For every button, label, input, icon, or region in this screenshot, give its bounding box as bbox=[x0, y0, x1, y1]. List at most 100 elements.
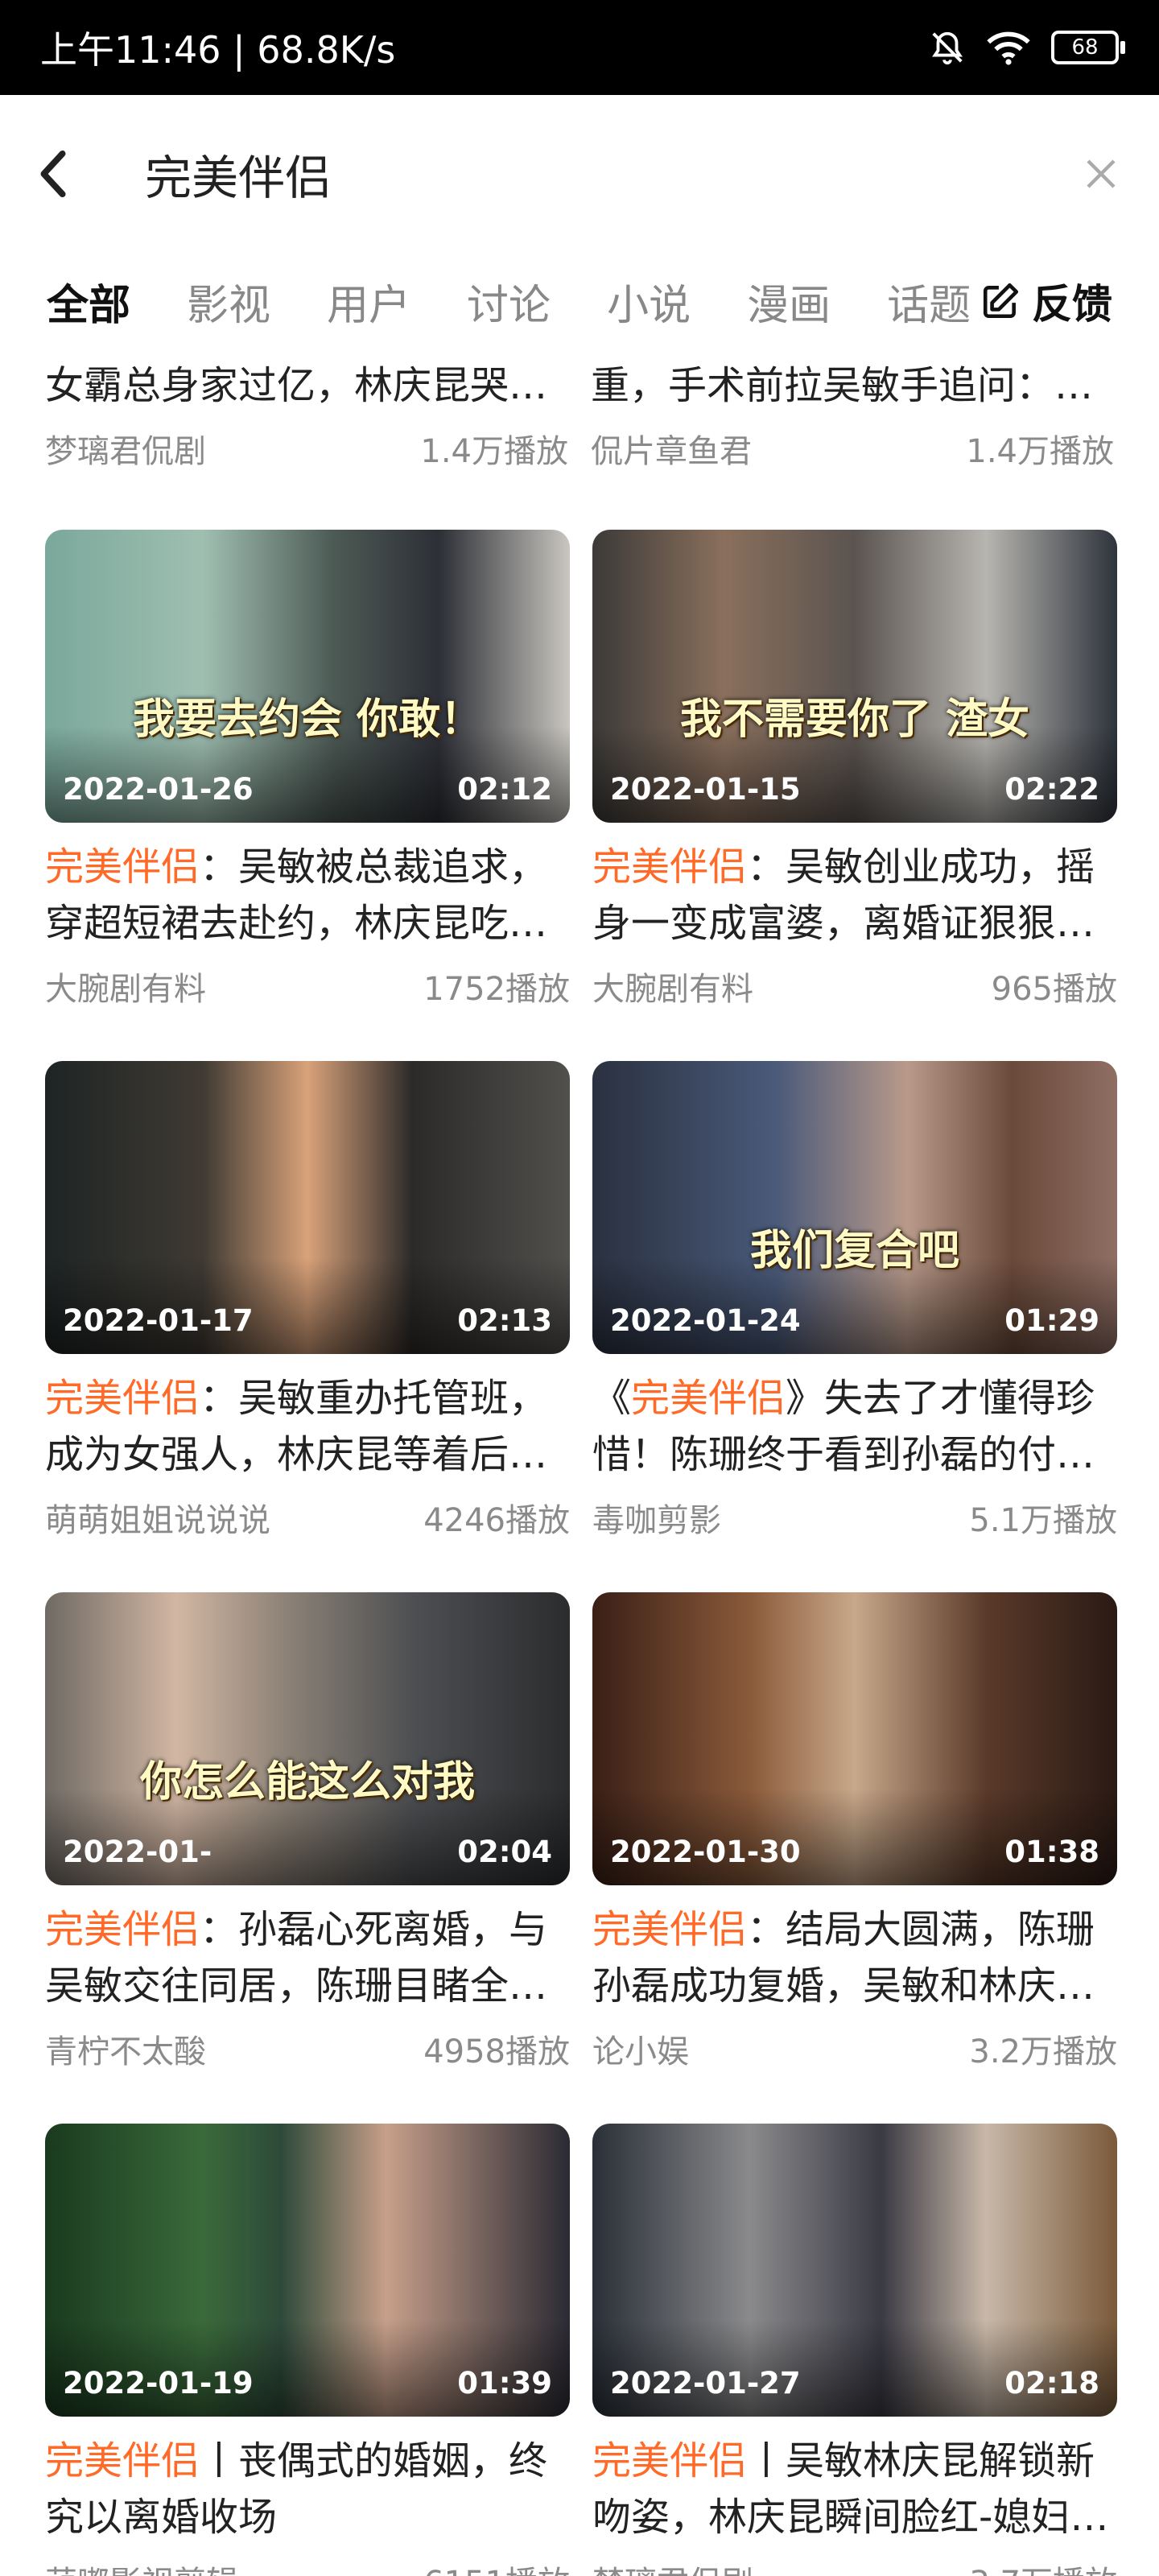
tab-discussion[interactable]: 讨论 bbox=[467, 271, 551, 332]
video-author: 大腕剧有料 bbox=[592, 971, 753, 1008]
video-title: 完美伴侣丨丧偶式的婚姻，终究以离婚收场 bbox=[45, 2433, 570, 2545]
video-meta: 论小娱 3.2万播放 bbox=[592, 2025, 1117, 2072]
title-highlight: 完美伴侣 bbox=[592, 1907, 748, 1952]
video-date: 2022-01-27 bbox=[610, 2366, 801, 2401]
video-duration: 02:12 bbox=[457, 772, 552, 807]
video-card[interactable]: 我不需要你了 渣女 2022-01-15 02:22 完美伴侣：吴敏创业成功，摇… bbox=[592, 530, 1117, 1061]
thumbnail-caption: 我不需要你了 渣女 bbox=[679, 696, 1030, 744]
video-card[interactable]: 女霸总身家过亿，林庆昆哭… 梦璃君侃剧 1.4万播放 bbox=[45, 349, 568, 472]
video-plays: 1752播放 bbox=[423, 971, 570, 1008]
partial-row: 女霸总身家过亿，林庆昆哭… 梦璃君侃剧 1.4万播放 重，手术前拉吴敏手追问：…… bbox=[45, 349, 1114, 472]
video-date: 2022-01-24 bbox=[610, 1303, 801, 1338]
video-duration: 02:13 bbox=[457, 1303, 552, 1338]
video-meta: 青柠不太酸 4958播放 bbox=[45, 2025, 570, 2072]
video-meta: 侃片章鱼君 1.4万播放 bbox=[591, 425, 1114, 472]
search-input[interactable]: 完美伴侣 bbox=[145, 140, 1079, 208]
tab-comic[interactable]: 漫画 bbox=[747, 271, 831, 332]
title-highlight: 完美伴侣 bbox=[45, 2438, 200, 2483]
video-duration: 02:18 bbox=[1004, 2366, 1099, 2401]
video-grid: 我要去约会 你敢！ 2022-01-26 02:12 完美伴侣：吴敏被总裁追求，… bbox=[45, 530, 1117, 2576]
title-highlight: 完美伴侣 bbox=[45, 1376, 200, 1421]
tab-all[interactable]: 全部 bbox=[47, 271, 130, 332]
video-plays: 965播放 bbox=[991, 971, 1117, 1008]
video-plays: 3.7万播放 bbox=[969, 2557, 1117, 2576]
feedback-button[interactable]: 反馈 bbox=[980, 272, 1112, 330]
video-meta: 萌萌姐姐说说说 4246播放 bbox=[45, 1494, 570, 1541]
video-author: 论小娱 bbox=[592, 2033, 689, 2070]
video-meta: 大腕剧有料 965播放 bbox=[592, 963, 1117, 1009]
video-card[interactable]: 我要去约会 你敢！ 2022-01-26 02:12 完美伴侣：吴敏被总裁追求，… bbox=[45, 530, 570, 1061]
video-date: 2022-01- bbox=[63, 1835, 212, 1869]
video-meta: 梦璃君侃剧 3.7万播放 bbox=[592, 2557, 1117, 2576]
video-duration: 02:04 bbox=[457, 1835, 552, 1869]
thumbnail-caption: 你怎么能这么对我 bbox=[139, 1758, 475, 1806]
status-time: 上午11:46 | 68.8K/s bbox=[40, 28, 396, 72]
title-highlight: 完美伴侣 bbox=[592, 2438, 748, 2483]
wifi-icon bbox=[987, 31, 1030, 65]
video-author: 大腕剧有料 bbox=[45, 971, 206, 1008]
title-prefix: 《 bbox=[592, 1376, 632, 1421]
video-duration: 01:39 bbox=[457, 2366, 552, 2401]
title-highlight: 完美伴侣 bbox=[592, 844, 748, 890]
video-duration: 02:22 bbox=[1004, 772, 1099, 807]
video-card[interactable]: 你怎么能这么对我 2022-01- 02:04 完美伴侣：孙磊心死离婚，与吴敏交… bbox=[45, 1592, 570, 2124]
video-thumbnail[interactable]: 2022-01-17 02:13 bbox=[45, 1061, 570, 1354]
video-title: 完美伴侣：吴敏重办托管班，成为女强人，林庆昆等着后悔吧 bbox=[45, 1370, 570, 1483]
video-card[interactable]: 2022-01-30 01:38 完美伴侣：结局大圆满，陈珊孙磊成功复婚，吴敏和… bbox=[592, 1592, 1117, 2124]
video-meta: 梦璃君侃剧 1.4万播放 bbox=[45, 425, 568, 472]
video-thumbnail[interactable]: 2022-01-19 01:39 bbox=[45, 2124, 570, 2417]
clear-search-button[interactable] bbox=[1079, 151, 1124, 196]
title-highlight: 完美伴侣 bbox=[45, 1907, 200, 1952]
mute-bell-icon bbox=[932, 31, 963, 65]
title-highlight: 完美伴侣 bbox=[45, 844, 200, 890]
results-list: 女霸总身家过亿，林庆昆哭… 梦璃君侃剧 1.4万播放 重，手术前拉吴敏手追问：…… bbox=[0, 349, 1159, 2576]
video-thumbnail[interactable]: 2022-01-27 02:18 bbox=[592, 2124, 1117, 2417]
category-tabs: 全部 影视 用户 讨论 小说 漫画 话题 反馈 bbox=[0, 253, 1159, 349]
thumbnail-caption: 我们复合吧 bbox=[749, 1227, 959, 1275]
video-title: 重，手术前拉吴敏手追问：… bbox=[591, 363, 1094, 408]
video-author: 侃片章鱼君 bbox=[591, 433, 752, 470]
video-title: 完美伴侣丨吴敏林庆昆解锁新吻姿，林庆昆瞬间脸红-媳妇… bbox=[592, 2433, 1117, 2545]
battery-level: 68 bbox=[1071, 35, 1099, 60]
video-card[interactable]: 重，手术前拉吴敏手追问：… 侃片章鱼君 1.4万播放 bbox=[591, 349, 1114, 472]
video-card[interactable]: 我们复合吧 2022-01-24 01:29 《完美伴侣》失去了才懂得珍惜！陈珊… bbox=[592, 1061, 1117, 1592]
video-author: 梦璃君侃剧 bbox=[592, 2557, 753, 2576]
video-title: 完美伴侣：吴敏创业成功，摇身一变成富婆，离婚证狠狠甩… bbox=[592, 839, 1117, 952]
video-card[interactable]: 2022-01-19 01:39 完美伴侣丨丧偶式的婚姻，终究以离婚收场 萌嘟影… bbox=[45, 2124, 570, 2576]
video-duration: 01:29 bbox=[1004, 1303, 1099, 1338]
video-title: 完美伴侣：吴敏被总裁追求，穿超短裙去赴约，林庆昆吃醋… bbox=[45, 839, 570, 952]
battery-icon: 68 bbox=[1051, 31, 1125, 64]
video-title: 完美伴侣：孙磊心死离婚，与吴敏交往同居，陈珊目睹全过程 bbox=[45, 1901, 570, 2014]
tab-topic[interactable]: 话题 bbox=[887, 271, 971, 332]
video-title: 完美伴侣：结局大圆满，陈珊孙磊成功复婚，吴敏和林庆昆… bbox=[592, 1901, 1117, 2014]
feedback-label: 反馈 bbox=[1032, 281, 1112, 328]
video-thumbnail[interactable]: 我不需要你了 渣女 2022-01-15 02:22 bbox=[592, 530, 1117, 823]
video-plays: 3.2万播放 bbox=[969, 2033, 1117, 2070]
status-bar: 上午11:46 | 68.8K/s 68 bbox=[0, 0, 1159, 95]
title-highlight: 完美伴侣 bbox=[631, 1376, 786, 1421]
video-date: 2022-01-26 bbox=[63, 772, 254, 807]
video-author: 毒咖剪影 bbox=[592, 1502, 721, 1539]
tab-novel[interactable]: 小说 bbox=[607, 271, 691, 332]
tab-users[interactable]: 用户 bbox=[327, 271, 410, 332]
video-duration: 01:38 bbox=[1004, 1835, 1099, 1869]
video-plays: 1.4万播放 bbox=[420, 433, 568, 470]
video-thumbnail[interactable]: 你怎么能这么对我 2022-01- 02:04 bbox=[45, 1592, 570, 1885]
thumbnail-caption: 我要去约会 你敢！ bbox=[132, 696, 483, 744]
tab-video[interactable]: 影视 bbox=[187, 271, 270, 332]
video-thumbnail[interactable]: 2022-01-30 01:38 bbox=[592, 1592, 1117, 1885]
edit-icon bbox=[983, 283, 1019, 319]
video-thumbnail[interactable]: 我要去约会 你敢！ 2022-01-26 02:12 bbox=[45, 530, 570, 823]
video-thumbnail[interactable]: 我们复合吧 2022-01-24 01:29 bbox=[592, 1061, 1117, 1354]
video-author: 梦璃君侃剧 bbox=[45, 433, 206, 470]
video-title: 女霸总身家过亿，林庆昆哭… bbox=[45, 363, 548, 408]
video-card[interactable]: 2022-01-17 02:13 完美伴侣：吴敏重办托管班，成为女强人，林庆昆等… bbox=[45, 1061, 570, 1592]
video-card[interactable]: 2022-01-27 02:18 完美伴侣丨吴敏林庆昆解锁新吻姿，林庆昆瞬间脸红… bbox=[592, 2124, 1117, 2576]
video-title: 《完美伴侣》失去了才懂得珍惜！陈珊终于看到孙磊的付出… bbox=[592, 1370, 1117, 1483]
video-plays: 1.4万播放 bbox=[966, 433, 1114, 470]
back-button[interactable] bbox=[37, 146, 93, 202]
close-icon bbox=[1087, 159, 1116, 188]
video-meta: 萌嘟影视剪辑 6151播放 bbox=[45, 2557, 570, 2576]
video-author: 萌嘟影视剪辑 bbox=[45, 2557, 238, 2576]
video-date: 2022-01-15 bbox=[610, 772, 801, 807]
